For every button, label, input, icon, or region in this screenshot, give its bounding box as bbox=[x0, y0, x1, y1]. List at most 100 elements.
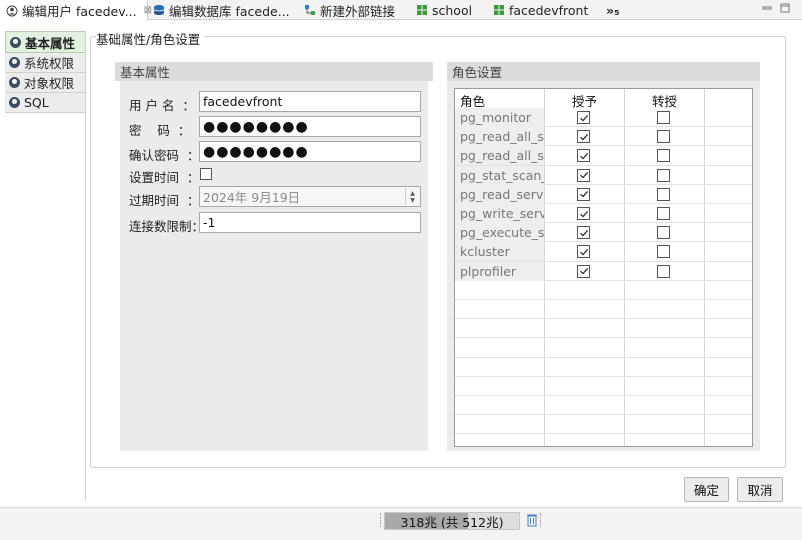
role-table[interactable]: 角色 授予 转授 pg_monitor pg_read_all_se pg_read… bbox=[454, 88, 753, 447]
transfer-checkbox[interactable] bbox=[657, 111, 670, 124]
grant-checkbox[interactable] bbox=[577, 130, 590, 144]
password-label: 密 码 ： bbox=[129, 123, 191, 138]
grant-checkbox[interactable] bbox=[577, 226, 590, 240]
table-row bbox=[455, 319, 752, 339]
table-row[interactable]: pg_write_serve bbox=[455, 204, 752, 224]
transfer-checkbox[interactable] bbox=[657, 207, 670, 220]
nav-item-basic-properties[interactable]: 基本属性 bbox=[5, 31, 86, 53]
user-icon bbox=[9, 77, 20, 88]
user-edit-icon bbox=[5, 4, 18, 17]
tab-label: 编辑数据库 facede... bbox=[169, 3, 290, 19]
more-tabs-icon[interactable]: »₅ bbox=[606, 0, 620, 20]
heap-status[interactable]: 318兆 (共 512兆) bbox=[384, 512, 520, 530]
tab-label: school bbox=[432, 2, 473, 18]
tab-school[interactable]: school bbox=[415, 0, 472, 20]
table-row bbox=[455, 415, 752, 435]
confirm-password-field[interactable]: ●●●●●●●● bbox=[199, 141, 421, 162]
table-row bbox=[455, 358, 752, 377]
tab-edit-database[interactable]: 编辑数据库 facede... bbox=[152, 0, 290, 20]
user-icon bbox=[10, 36, 21, 48]
table-row bbox=[455, 396, 752, 416]
table-row[interactable]: pg_read_serve bbox=[455, 184, 752, 204]
table-row[interactable]: pg_read_all_sta bbox=[455, 146, 752, 166]
ok-button[interactable]: 确定 bbox=[684, 477, 729, 502]
date-spinner[interactable]: ▲ ▼ bbox=[405, 188, 419, 205]
tab-facedevfront[interactable]: facedevfront bbox=[492, 0, 588, 20]
transfer-checkbox[interactable] bbox=[657, 187, 670, 201]
username-label: 用 户 名 ： bbox=[129, 98, 195, 113]
role-name-cell: kcluster bbox=[455, 242, 544, 262]
spin-down-icon[interactable]: ▼ bbox=[410, 197, 415, 204]
transfer-checkbox[interactable] bbox=[657, 168, 670, 182]
role-name-cell: pg_read_all_sta bbox=[455, 146, 544, 166]
table-row[interactable]: plprofiler bbox=[455, 261, 752, 281]
transfer-checkbox[interactable] bbox=[657, 226, 670, 240]
tab-label: facedevfront bbox=[509, 2, 589, 18]
password-field[interactable]: ●●●●●●●● bbox=[199, 116, 421, 137]
confirm-password-label: 确认密码 ： bbox=[129, 148, 200, 163]
grant-checkbox[interactable] bbox=[577, 168, 590, 182]
table-row[interactable]: pg_read_all_se bbox=[455, 127, 752, 147]
user-icon bbox=[9, 57, 20, 68]
role-name-cell: pg_monitor bbox=[455, 108, 544, 127]
status-grip bbox=[380, 513, 383, 527]
role-name-cell: pg_write_serve bbox=[455, 204, 544, 223]
role-name-cell: pg_execute_se bbox=[455, 223, 544, 243]
status-grip bbox=[540, 513, 543, 527]
basic-properties-header: 基本属性 bbox=[115, 62, 433, 81]
spin-up-icon[interactable]: ▲ bbox=[410, 190, 415, 197]
set-time-label: 设置时间 ： bbox=[129, 170, 200, 185]
tab-new-external-link[interactable]: 新建外部链接 bbox=[303, 0, 395, 20]
role-name-cell: pg_read_all_se bbox=[455, 127, 544, 147]
username-field[interactable]: facedevfront bbox=[199, 91, 421, 112]
nav-item-label: 基本属性 bbox=[25, 35, 76, 51]
connection-limit-label: 连接数限制： bbox=[129, 219, 205, 234]
nav-item-label: SQL bbox=[24, 95, 49, 110]
role-settings-header: 角色设置 bbox=[447, 62, 760, 81]
role-name-cell: pg_read_serve bbox=[455, 184, 544, 204]
grant-checkbox[interactable] bbox=[577, 207, 590, 220]
schema-icon bbox=[415, 4, 428, 17]
table-row bbox=[455, 300, 752, 320]
connection-limit-field[interactable]: -1 bbox=[199, 212, 421, 233]
grant-checkbox[interactable] bbox=[577, 149, 590, 163]
role-name-cell: plprofiler bbox=[455, 261, 544, 281]
transfer-checkbox[interactable] bbox=[657, 130, 670, 144]
tab-label: 新建外部链接 bbox=[320, 3, 396, 19]
set-time-checkbox[interactable] bbox=[200, 168, 212, 180]
nav-item-sql[interactable]: SQL bbox=[5, 93, 86, 113]
schema-icon bbox=[492, 4, 505, 17]
expire-time-label: 过期时间 ： bbox=[129, 193, 200, 208]
expire-date-picker[interactable]: 2024年 9月19日 ▲ ▼ bbox=[199, 186, 421, 207]
table-row[interactable]: pg_monitor bbox=[455, 108, 752, 128]
transfer-checkbox[interactable] bbox=[657, 264, 670, 278]
table-row[interactable]: pg_execute_se bbox=[455, 223, 752, 243]
table-row bbox=[455, 281, 752, 300]
user-icon bbox=[9, 97, 20, 108]
trash-icon[interactable] bbox=[527, 513, 537, 527]
grant-checkbox[interactable] bbox=[577, 111, 590, 124]
table-row bbox=[455, 338, 752, 358]
nav-item-object-privileges[interactable]: 对象权限 bbox=[5, 73, 86, 93]
maximize-icon[interactable] bbox=[779, 2, 791, 14]
transfer-checkbox[interactable] bbox=[657, 245, 670, 259]
table-row[interactable]: kcluster bbox=[455, 242, 752, 262]
cancel-button[interactable]: 取消 bbox=[737, 477, 783, 502]
database-icon bbox=[152, 4, 165, 17]
tab-label: 编辑用户 facedev... bbox=[22, 4, 137, 19]
role-name-cell: pg_stat_scan_t bbox=[455, 165, 544, 185]
nav-item-system-privileges[interactable]: 系统权限 bbox=[5, 53, 86, 73]
table-row bbox=[455, 377, 752, 396]
minimize-icon[interactable] bbox=[761, 2, 773, 14]
tab-edit-user[interactable]: 编辑用户 facedev... ⊠ bbox=[0, 0, 152, 21]
grant-checkbox[interactable] bbox=[577, 245, 590, 259]
table-row[interactable]: pg_stat_scan_t bbox=[455, 165, 752, 185]
grant-checkbox[interactable] bbox=[577, 187, 590, 201]
editor-tab-bar: 编辑用户 facedev... ⊠ 编辑数据库 facede... 新建外部链接… bbox=[0, 0, 802, 21]
expire-date-value: 2024年 9月19日 bbox=[203, 190, 301, 205]
nav-item-label: 系统权限 bbox=[24, 56, 75, 71]
grant-checkbox[interactable] bbox=[577, 264, 590, 278]
nav-divider bbox=[85, 31, 86, 501]
close-tab-icon[interactable]: ⊠ bbox=[144, 5, 152, 16]
transfer-checkbox[interactable] bbox=[657, 149, 670, 163]
